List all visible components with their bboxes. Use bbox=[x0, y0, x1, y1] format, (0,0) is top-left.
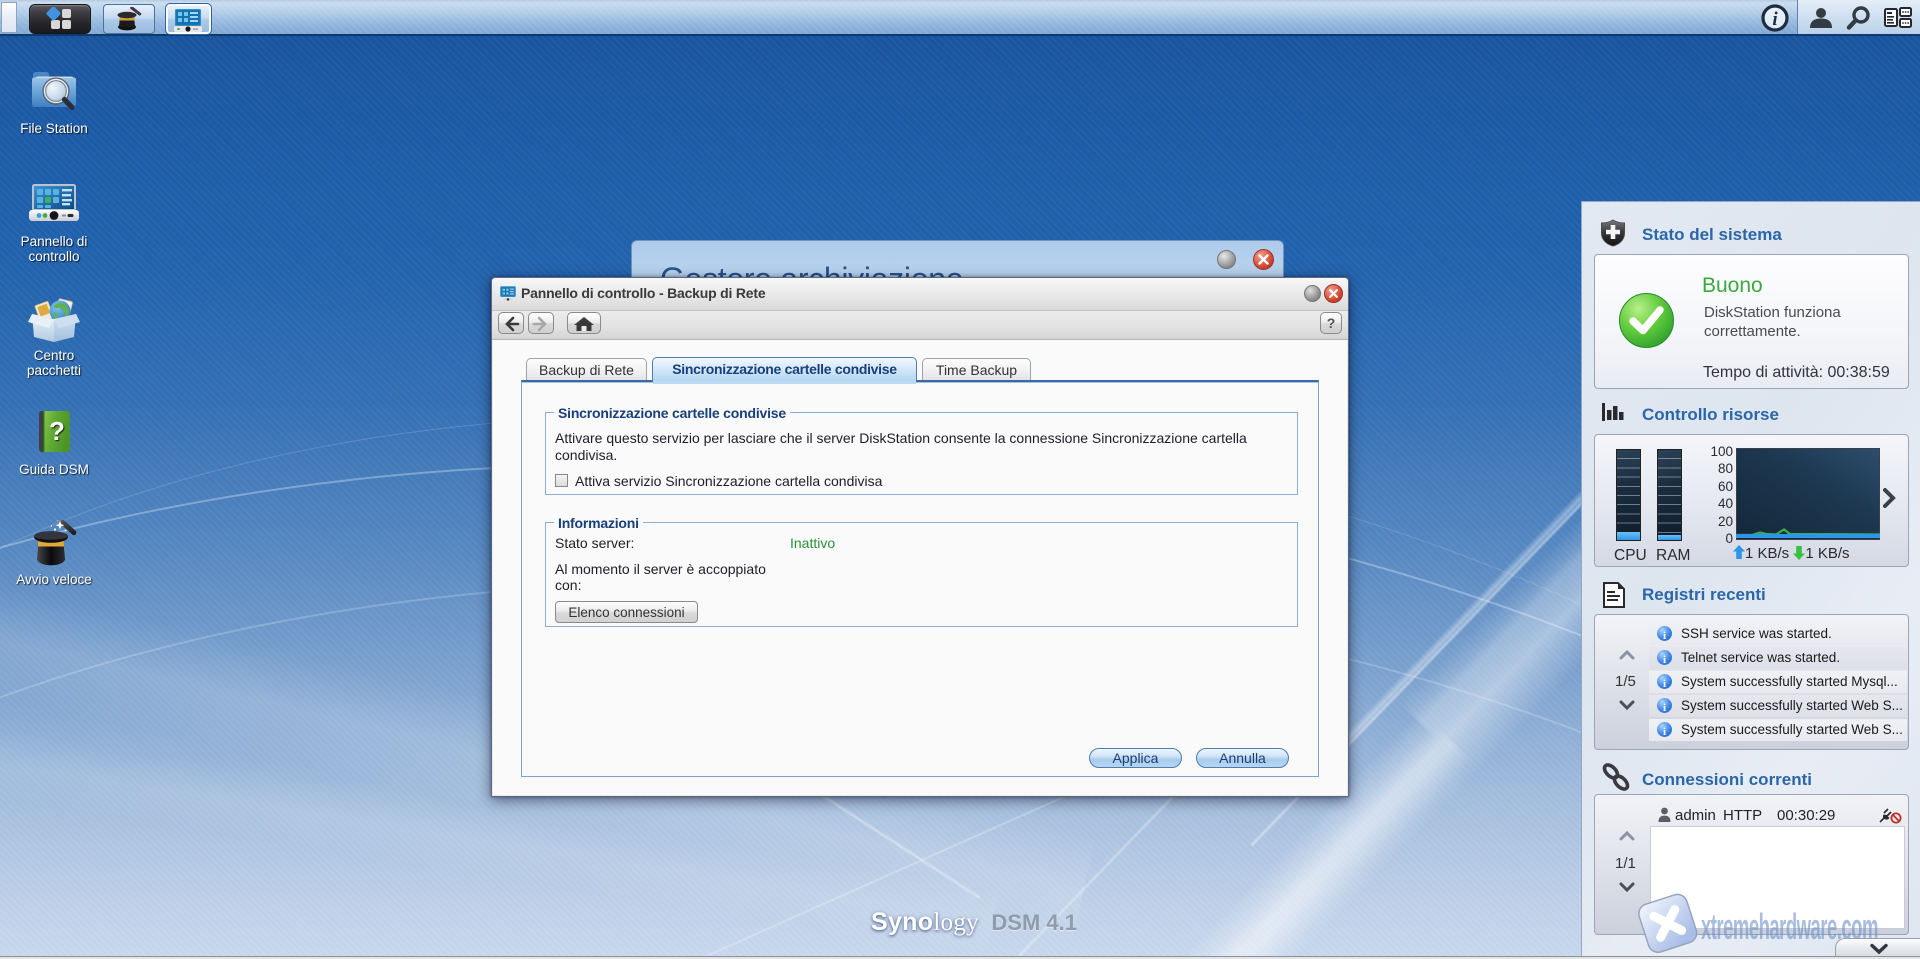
svg-text:i: i bbox=[1772, 9, 1778, 30]
svg-text:?: ? bbox=[49, 416, 65, 446]
